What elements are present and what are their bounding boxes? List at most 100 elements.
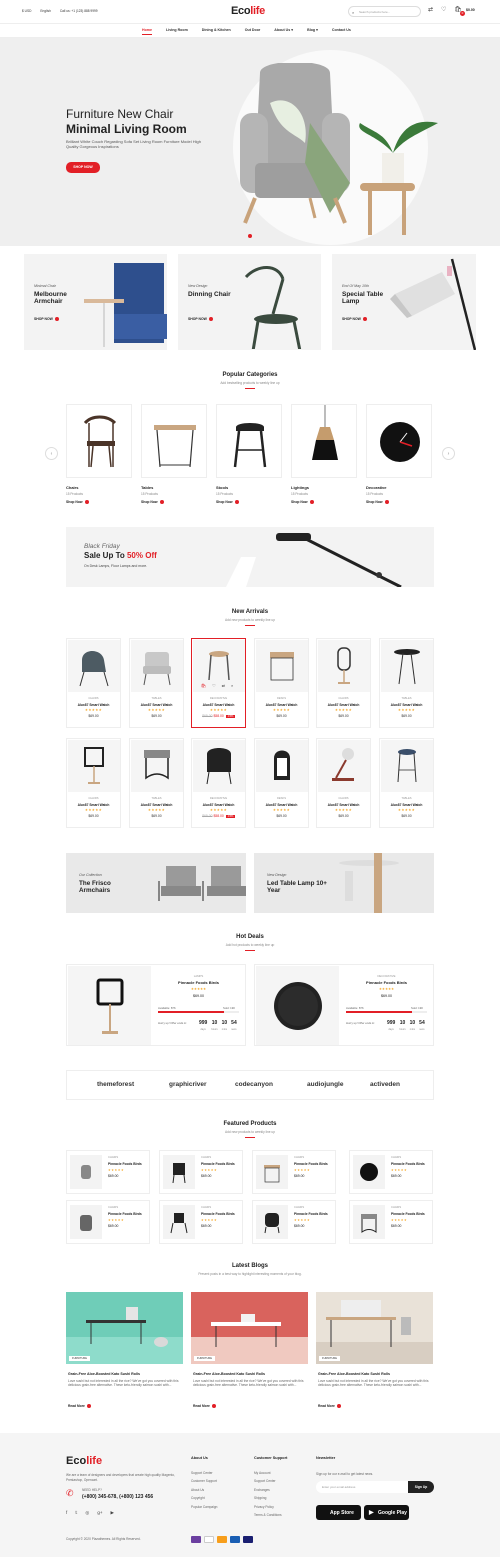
instagram-icon[interactable]: ◎: [85, 1510, 89, 1516]
category-shop-now[interactable]: Shop Now: [366, 500, 389, 505]
footer-phone-numbers[interactable]: (+800) 345-678, (+800) 123 456: [82, 1494, 153, 1500]
nav-contact-us[interactable]: Contact Us: [332, 28, 351, 35]
slider-dot-active[interactable]: [248, 234, 252, 238]
product-name[interactable]: Pinnacle Foods Birds: [108, 1162, 142, 1166]
product-image[interactable]: [131, 640, 183, 692]
category-name[interactable]: Stools: [216, 485, 228, 490]
featured-product[interactable]: CHAIRS Pinnacle Foods Birds ★★★★★ $69.00: [252, 1150, 336, 1194]
footer-link[interactable]: Terms & Conditions: [254, 1511, 282, 1519]
cart-total[interactable]: $0.00: [466, 8, 475, 12]
product-card-hovered[interactable]: 🛍 ♡ ⇄ ⌕ DECORATIVE Alux87 Smart Watch ★★…: [191, 638, 246, 728]
footer-link[interactable]: Customer Support: [191, 1477, 217, 1485]
product-name[interactable]: Alux87 Smart Watch: [380, 703, 433, 707]
search-icon[interactable]: ⌕: [352, 10, 354, 15]
product-name[interactable]: Pinnacle Foods Birds: [294, 1212, 328, 1216]
blog-title[interactable]: Grain-Free Aloe-Boosted Kato Sushi Rolls: [318, 1372, 390, 1376]
category-shop-now[interactable]: Shop Now: [66, 500, 89, 505]
category-name[interactable]: Chairs: [66, 485, 78, 490]
featured-product[interactable]: CHAIRS Pinnacle Foods Birds ★★★★★ $69.00: [159, 1150, 243, 1194]
quick-view-icon[interactable]: ⌕: [231, 683, 233, 688]
featured-product[interactable]: CHAIRS Pinnacle Foods Birds ★★★★★ $69.00: [349, 1150, 433, 1194]
product-name[interactable]: Alux87 Smart Watch: [255, 803, 308, 807]
deal-image[interactable]: [68, 966, 151, 1045]
footer-link[interactable]: My Account: [254, 1469, 282, 1477]
brand-logo[interactable]: activeden: [370, 1081, 400, 1088]
product-image[interactable]: [163, 1205, 195, 1239]
brand-logo[interactable]: audiojungle: [307, 1081, 343, 1088]
featured-product[interactable]: CHAIRS Pinnacle Foods Birds ★★★★★ $69.00: [66, 1150, 150, 1194]
blog-card[interactable]: FURNITURE Grain-Free Aloe-Boosted Kato S…: [316, 1292, 433, 1412]
category-name[interactable]: Tables: [141, 485, 153, 490]
currency-select[interactable]: $ USD: [22, 9, 31, 13]
product-image[interactable]: [70, 1155, 102, 1189]
next-arrow-icon[interactable]: ›: [442, 447, 455, 460]
product-card[interactable]: TABLES Alux87 Smart Watch ★★★★★ $69.00: [379, 638, 434, 728]
prev-arrow-icon[interactable]: ‹: [45, 447, 58, 460]
category-name[interactable]: Decorative: [366, 485, 386, 490]
banner-table-lamp[interactable]: End Of May 10th Special Table Lamp SHOP …: [332, 254, 476, 350]
banner-led-table-lamp[interactable]: New Design Led Table Lamp 10+ Year: [254, 853, 434, 913]
product-image[interactable]: [131, 740, 183, 792]
footer-link[interactable]: About Us: [191, 1486, 217, 1494]
category-card-decorative[interactable]: [366, 404, 432, 478]
product-card[interactable]: TABLES Alux87 Smart Watch ★★★★★ $69.00: [129, 638, 184, 728]
footer-link[interactable]: Copyright: [191, 1494, 217, 1502]
product-image[interactable]: [256, 740, 308, 792]
product-name[interactable]: Alux87 Smart Watch: [317, 803, 370, 807]
footer-link[interactable]: Support Center: [191, 1469, 217, 1477]
footer-logo[interactable]: Ecolife: [66, 1455, 102, 1467]
banner-melbourne[interactable]: Minimal Chair Melbourne Armchair SHOP NO…: [24, 254, 167, 350]
add-to-cart-icon[interactable]: 🛍: [201, 683, 206, 688]
hero-shop-now-button[interactable]: SHOP NOW: [66, 162, 100, 173]
category-card-tables[interactable]: [141, 404, 207, 478]
footer-link[interactable]: Popular Campaign: [191, 1503, 217, 1511]
product-image[interactable]: [68, 640, 120, 692]
product-image[interactable]: [318, 640, 370, 692]
read-more-link[interactable]: Read More: [193, 1404, 216, 1409]
wishlist-icon[interactable]: ♡: [212, 683, 216, 688]
product-card[interactable]: TABLES Alux87 Smart Watch ★★★★★ $69.00: [129, 738, 184, 828]
blog-card[interactable]: FURNITURE Grain-Free Aloe-Boosted Kato S…: [191, 1292, 308, 1412]
product-name[interactable]: Alux87 Smart Watch: [192, 803, 245, 807]
product-card[interactable]: TABLES Alux87 Smart Watch ★★★★★ $69.00: [379, 738, 434, 828]
deal-name[interactable]: Pinnacle Foods Birds: [339, 980, 434, 985]
product-name[interactable]: Pinnacle Foods Birds: [391, 1162, 425, 1166]
product-image[interactable]: [353, 1205, 385, 1239]
product-card[interactable]: DECORATIVE Alux87 Smart Watch ★★★★★ $69.…: [191, 738, 246, 828]
product-name[interactable]: Alux87 Smart Watch: [192, 703, 245, 707]
product-name[interactable]: Alux87 Smart Watch: [67, 803, 120, 807]
hot-deal-card[interactable]: LAMPS Pinnacle Foods Birds ★★★★★ $69.00 …: [66, 964, 246, 1046]
heart-icon[interactable]: ♡: [441, 6, 446, 13]
featured-product[interactable]: CHAIRS Pinnacle Foods Birds ★★★★★ $69.00: [349, 1200, 433, 1244]
featured-product[interactable]: CHAIRS Pinnacle Foods Birds ★★★★★ $69.00: [66, 1200, 150, 1244]
banner-shop-now[interactable]: SHOP NOW: [34, 317, 59, 322]
app-store-button[interactable]: App Store: [316, 1505, 361, 1520]
brand-logo[interactable]: themeforest: [97, 1081, 134, 1088]
blog-title[interactable]: Grain-Free Aloe-Boosted Kato Sushi Rolls: [193, 1372, 265, 1376]
product-name[interactable]: Alux87 Smart Watch: [380, 803, 433, 807]
brand-logo[interactable]: graphicriver: [169, 1081, 207, 1088]
product-name[interactable]: Alux87 Smart Watch: [317, 703, 370, 707]
product-image[interactable]: [256, 1205, 288, 1239]
product-name[interactable]: Pinnacle Foods Birds: [201, 1212, 235, 1216]
newsletter-signup-button[interactable]: Sign Up: [408, 1481, 434, 1493]
nav-home[interactable]: Home: [142, 28, 152, 35]
blog-tag[interactable]: FURNITURE: [194, 1356, 215, 1361]
category-card-lightings[interactable]: [291, 404, 357, 478]
google-play-button[interactable]: ▶ Google Play: [364, 1505, 409, 1520]
product-card[interactable]: CHAIRS Alux87 Smart Watch ★★★★★ $69.00: [316, 738, 371, 828]
category-shop-now[interactable]: Shop Now: [216, 500, 239, 505]
product-image[interactable]: [381, 640, 433, 692]
shuffle-icon[interactable]: ⇄: [428, 6, 433, 13]
category-shop-now[interactable]: Shop Now: [291, 500, 314, 505]
product-card[interactable]: CHAIRS Alux87 Smart Watch ★★★★★ $69.00: [316, 638, 371, 728]
product-name[interactable]: Alux87 Smart Watch: [255, 703, 308, 707]
product-name[interactable]: Alux87 Smart Watch: [130, 703, 183, 707]
product-image[interactable]: [193, 740, 245, 792]
product-name[interactable]: Alux87 Smart Watch: [130, 803, 183, 807]
black-friday-banner[interactable]: Black Friday Sale Up To 50% Off On Desk …: [66, 527, 434, 587]
product-image[interactable]: [256, 1155, 288, 1189]
product-image[interactable]: [381, 740, 433, 792]
product-image[interactable]: [70, 1205, 102, 1239]
product-name[interactable]: Pinnacle Foods Birds: [391, 1212, 425, 1216]
